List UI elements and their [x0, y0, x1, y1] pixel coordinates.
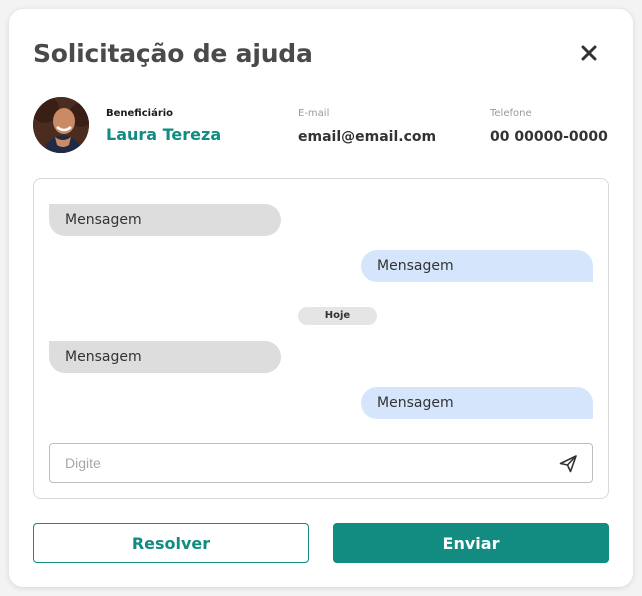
message-input[interactable] — [65, 444, 545, 482]
chat-panel: Mensagem Mensagem Hoje Mensagem Mensagem — [33, 178, 609, 499]
day-separator-badge: Hoje — [298, 307, 377, 325]
message-outgoing: Mensagem — [361, 387, 593, 419]
message-incoming: Mensagem — [49, 341, 281, 373]
beneficiary-label: Beneficiário — [106, 108, 174, 119]
resolve-button[interactable]: Resolver — [33, 523, 309, 563]
send-icon — [559, 455, 577, 473]
phone-label: Telefone — [490, 108, 532, 119]
email-value: email@email.com — [298, 129, 437, 145]
send-message-button[interactable]: Enviar — [333, 523, 609, 563]
beneficiary-name: Laura Tereza — [106, 125, 222, 144]
message-input-container — [49, 443, 593, 483]
message-incoming: Mensagem — [49, 204, 281, 236]
email-label: E-mail — [298, 108, 330, 119]
phone-info: Telefone 00 00000-0000 — [490, 108, 608, 146]
dialog-title: Solicitação de ajuda — [33, 39, 313, 68]
close-icon — [581, 45, 597, 61]
send-button[interactable] — [557, 453, 579, 475]
close-button[interactable] — [577, 41, 601, 65]
avatar — [33, 97, 89, 153]
phone-value: 00 00000-0000 — [490, 129, 608, 145]
help-request-dialog: Solicitação de ajuda Beneficiário Laura … — [9, 9, 633, 587]
message-outgoing: Mensagem — [361, 250, 593, 282]
email-info: E-mail email@email.com — [298, 108, 436, 146]
beneficiary-info: Beneficiário Laura Tereza — [106, 108, 221, 144]
